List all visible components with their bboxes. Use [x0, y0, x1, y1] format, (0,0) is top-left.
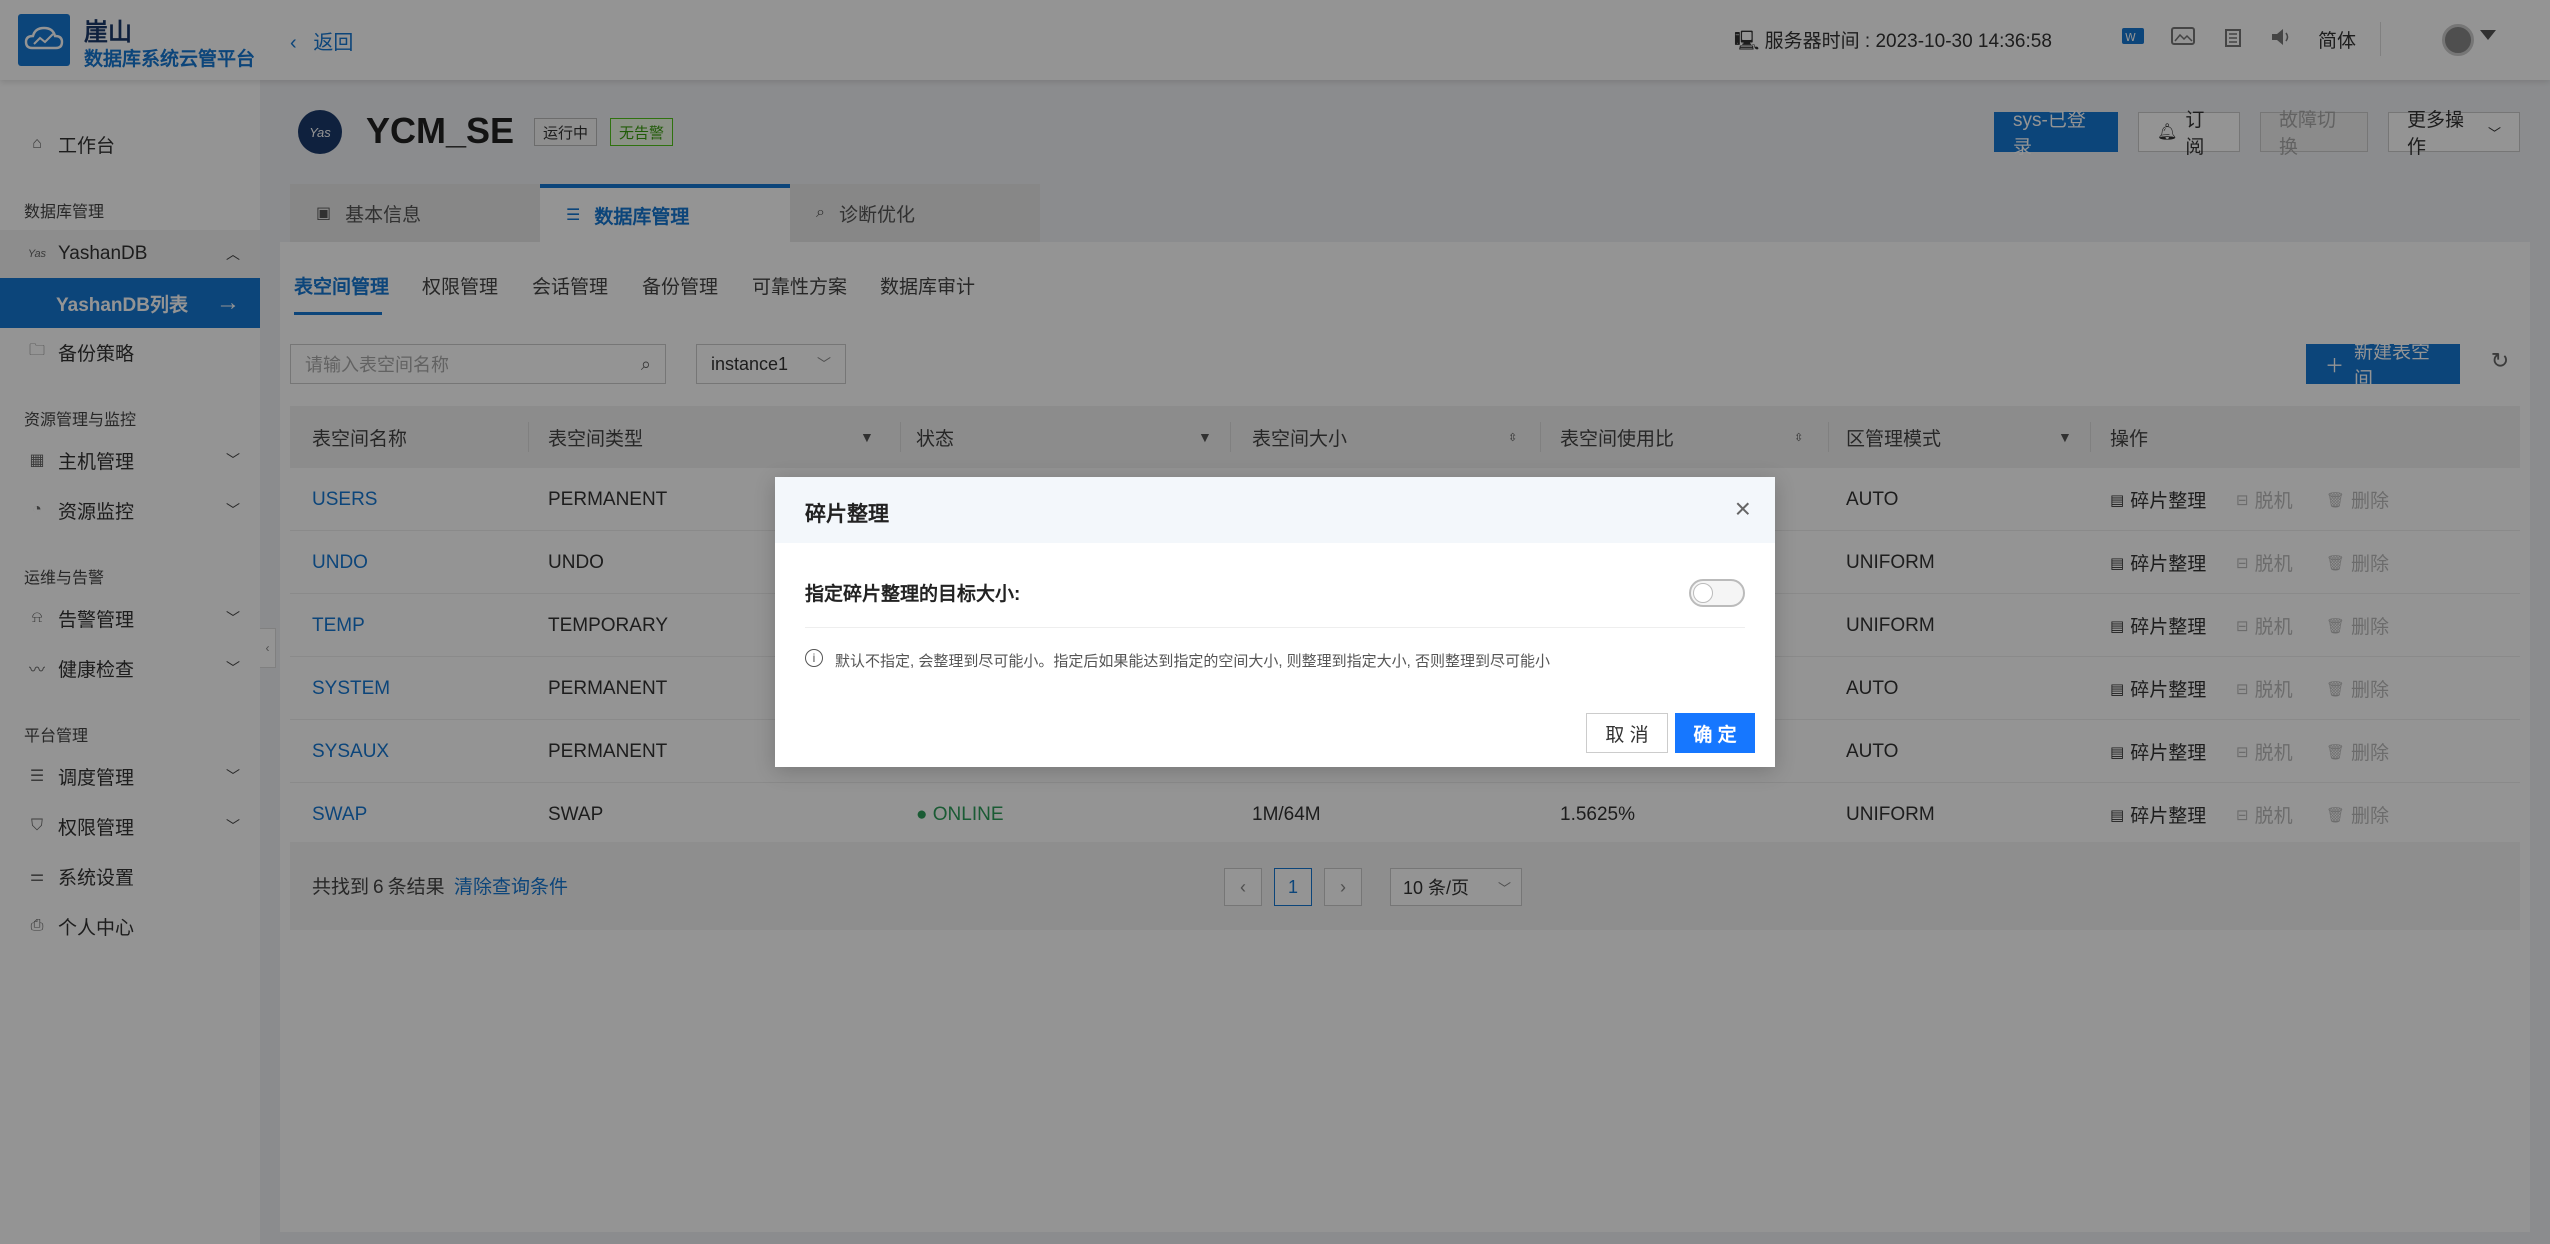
modal-header: 碎片整理 × [775, 477, 1775, 543]
target-size-label: 指定碎片整理的目标大小: [805, 584, 1021, 605]
cancel-button[interactable]: 取 消 [1586, 713, 1668, 753]
info-icon: i [805, 649, 823, 667]
modal-note: 默认不指定, 会整理到尽可能小。指定后如果能达到指定的空间大小, 则整理到指定大… [835, 653, 1551, 670]
target-size-toggle[interactable] [1689, 579, 1745, 607]
close-icon[interactable]: × [1735, 493, 1751, 525]
defrag-modal: 碎片整理 × 指定碎片整理的目标大小: i 默认不指定, 会整理到尽可能小。指定… [775, 477, 1775, 767]
modal-divider [805, 627, 1745, 628]
confirm-button[interactable]: 确 定 [1675, 713, 1755, 753]
toggle-knob [1693, 583, 1713, 603]
modal-title: 碎片整理 [805, 503, 889, 526]
